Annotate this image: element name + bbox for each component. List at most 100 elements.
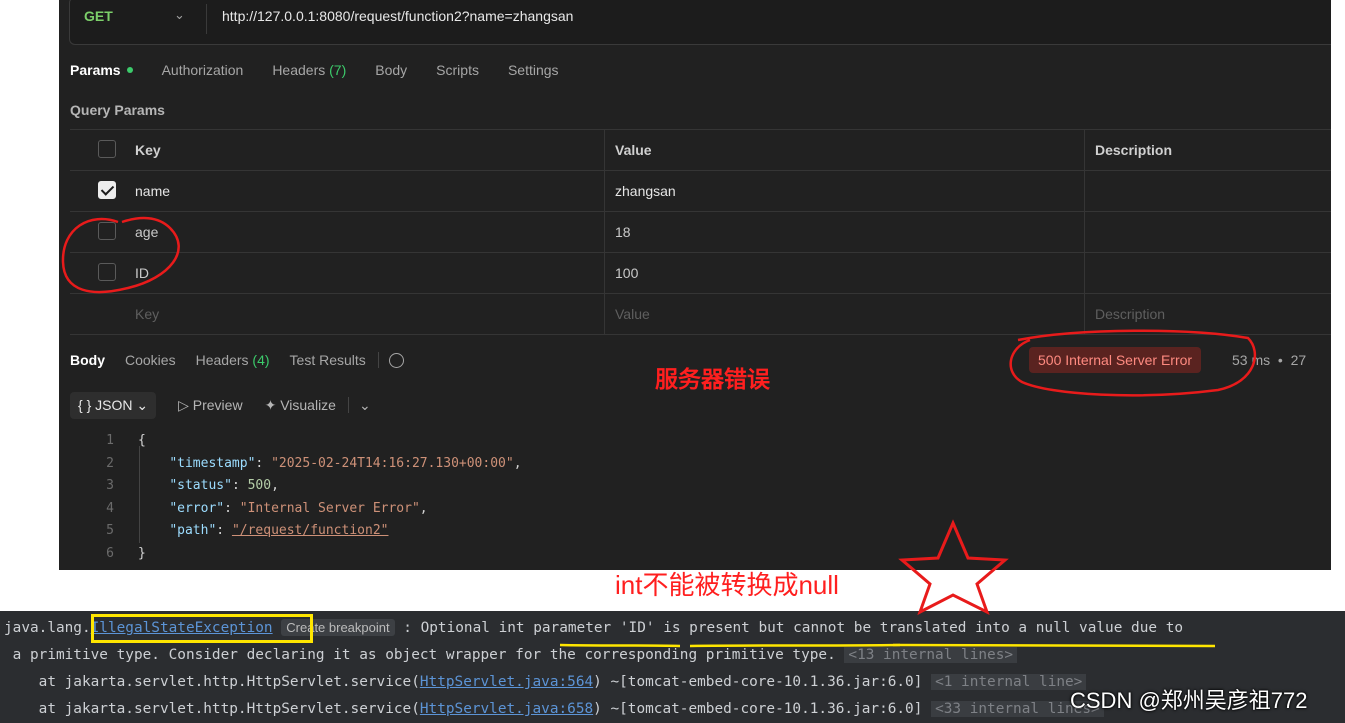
new-value-input[interactable]: Value bbox=[615, 294, 1085, 334]
param-description-input[interactable] bbox=[1095, 171, 1331, 211]
annotation-int-null: int不能被转换成null bbox=[615, 570, 839, 600]
headers-count: (7) bbox=[329, 62, 347, 78]
indent-guide bbox=[139, 446, 140, 543]
param-value-input[interactable]: 18 bbox=[615, 212, 1085, 252]
column-divider bbox=[604, 253, 605, 293]
code-line: 3 "status": 500, bbox=[89, 475, 522, 498]
annotation-server-error: 服务器错误 bbox=[655, 366, 770, 392]
visualize-label: Visualize bbox=[280, 396, 336, 413]
console-text: at jakarta.servlet.http.HttpServlet.serv… bbox=[4, 701, 420, 717]
url-bar: GET ⌄ http://127.0.0.1:8080/request/func… bbox=[69, 0, 1331, 45]
method-select[interactable]: GET bbox=[84, 8, 113, 24]
json-value: 500 bbox=[247, 478, 272, 493]
chevron-down-icon: ⌄ bbox=[136, 396, 149, 413]
console-line: a primitive type. Consider declaring it … bbox=[4, 644, 1018, 666]
column-divider bbox=[1084, 212, 1085, 252]
param-value-input[interactable]: 100 bbox=[615, 253, 1085, 293]
json-value: "2025-02-24T14:16:27.130+00:00" bbox=[271, 455, 514, 471]
line-number: 1 bbox=[106, 433, 114, 448]
tab-body[interactable]: Body bbox=[375, 62, 407, 78]
new-description-input[interactable]: Description bbox=[1095, 294, 1331, 334]
line-number: 6 bbox=[106, 545, 114, 561]
tab-response-headers[interactable]: Headers (4) bbox=[196, 352, 270, 368]
line-number: 4 bbox=[106, 500, 114, 516]
tab-response-headers-label: Headers bbox=[195, 352, 249, 368]
active-dot-icon bbox=[126, 67, 133, 73]
response-toolbar: { } JSON ⌄ ▷ Preview ✦ Visualize ⌄ bbox=[70, 390, 371, 420]
watermark: CSDN @郑州吴彦祖772 bbox=[1070, 688, 1308, 713]
tab-scripts[interactable]: Scripts bbox=[436, 62, 479, 78]
column-divider bbox=[1084, 130, 1085, 170]
json-value: "Internal Server Error" bbox=[239, 500, 420, 516]
postman-window: GET ⌄ http://127.0.0.1:8080/request/func… bbox=[59, 0, 1331, 570]
tab-params[interactable]: Params bbox=[70, 62, 133, 78]
tab-cookies[interactable]: Cookies bbox=[125, 352, 176, 368]
param-key-input[interactable]: name bbox=[135, 171, 605, 211]
url-divider bbox=[206, 4, 207, 34]
format-select[interactable]: { } JSON ⌄ bbox=[70, 391, 157, 419]
response-headers-count: (4) bbox=[252, 352, 270, 368]
column-divider bbox=[1084, 253, 1085, 293]
table-row: ID 100 bbox=[70, 252, 1331, 293]
select-all-checkbox[interactable] bbox=[98, 140, 116, 158]
json-link-value[interactable]: "/request/function2" bbox=[232, 523, 389, 538]
table-header-row: Key Value Description bbox=[70, 129, 1331, 170]
param-checkbox-name[interactable] bbox=[98, 181, 116, 199]
new-key-input[interactable]: Key bbox=[135, 294, 605, 334]
code-line: 2 "timestamp": "2025-02-24T14:16:27.130+… bbox=[89, 453, 521, 476]
response-body-code: 1{ 2 "timestamp": "2025-02-24T14:16:27.1… bbox=[89, 430, 522, 565]
column-key: Key bbox=[135, 142, 161, 158]
tab-divider bbox=[377, 352, 379, 368]
tab-params-label: Params bbox=[70, 62, 121, 78]
code-line: 4 "error": "Internal Server Error", bbox=[89, 498, 522, 521]
internal-lines-fold[interactable]: <1 internal line> bbox=[931, 674, 1087, 690]
toolbar-divider bbox=[347, 397, 349, 413]
stack-link[interactable]: HttpServlet.java:564 bbox=[420, 674, 593, 690]
status-badge[interactable]: 500 Internal Server Error bbox=[1029, 347, 1202, 373]
console-text: a primitive type. Consider declaring it … bbox=[4, 647, 836, 663]
brace-close: } bbox=[138, 545, 146, 561]
table-row-placeholder: Key Value Description bbox=[70, 293, 1331, 335]
column-divider bbox=[1084, 294, 1085, 334]
column-divider bbox=[604, 294, 605, 334]
column-divider bbox=[604, 212, 605, 252]
tab-authorization[interactable]: Authorization bbox=[162, 62, 244, 78]
stack-link[interactable]: HttpServlet.java:658 bbox=[420, 701, 593, 717]
history-icon[interactable] bbox=[388, 352, 404, 368]
param-checkbox-age[interactable] bbox=[98, 222, 116, 240]
line-number: 5 bbox=[106, 523, 114, 538]
console-text: ) ~[tomcat-embed-core-10.1.36.jar:6.0] bbox=[593, 701, 923, 717]
param-key-input[interactable]: ID bbox=[135, 253, 605, 293]
tab-settings[interactable]: Settings bbox=[508, 62, 559, 78]
table-row: name zhangsan bbox=[70, 170, 1331, 211]
response-time[interactable]: 53 ms bbox=[1232, 352, 1270, 368]
preview-label: Preview bbox=[192, 396, 243, 413]
response-meta: 53 ms • 27 bbox=[1232, 352, 1307, 368]
column-description: Description bbox=[1095, 142, 1173, 158]
chevron-down-icon[interactable]: ⌄ bbox=[359, 397, 371, 414]
console-text: ) ~[tomcat-embed-core-10.1.36.jar:6.0] bbox=[593, 674, 923, 690]
response-tabs: Body Cookies Headers (4) Test Results bbox=[70, 352, 404, 368]
param-value-input[interactable]: zhangsan bbox=[615, 171, 1085, 211]
tab-response-body[interactable]: Body bbox=[70, 352, 105, 368]
internal-lines-fold[interactable]: <13 internal lines> bbox=[844, 647, 1018, 663]
visualize-button[interactable]: ✦ Visualize bbox=[265, 397, 336, 414]
json-key: "timestamp" bbox=[169, 455, 256, 471]
exception-message: : Optional int parameter 'ID' is present… bbox=[394, 620, 1184, 636]
tab-headers[interactable]: Headers (7) bbox=[272, 62, 346, 78]
param-description-input[interactable] bbox=[1095, 253, 1331, 293]
response-size[interactable]: 27 bbox=[1291, 352, 1307, 368]
param-checkbox-id[interactable] bbox=[98, 263, 116, 281]
query-params-table: Key Value Description name zhangsan age … bbox=[70, 129, 1331, 335]
tab-test-results[interactable]: Test Results bbox=[290, 352, 366, 368]
param-key-input[interactable]: age bbox=[135, 212, 605, 252]
param-description-input[interactable] bbox=[1095, 212, 1331, 252]
request-tabs: Params Authorization Headers (7) Body Sc… bbox=[70, 62, 588, 78]
preview-button[interactable]: ▷ Preview bbox=[178, 397, 242, 414]
url-input[interactable]: http://127.0.0.1:8080/request/function2?… bbox=[222, 8, 573, 24]
format-label: { } JSON bbox=[78, 396, 133, 413]
json-key: "path" bbox=[169, 523, 217, 538]
line-number: 3 bbox=[106, 478, 114, 493]
chevron-down-icon[interactable]: ⌄ bbox=[174, 7, 185, 23]
console-text: at jakarta.servlet.http.HttpServlet.serv… bbox=[4, 674, 420, 690]
